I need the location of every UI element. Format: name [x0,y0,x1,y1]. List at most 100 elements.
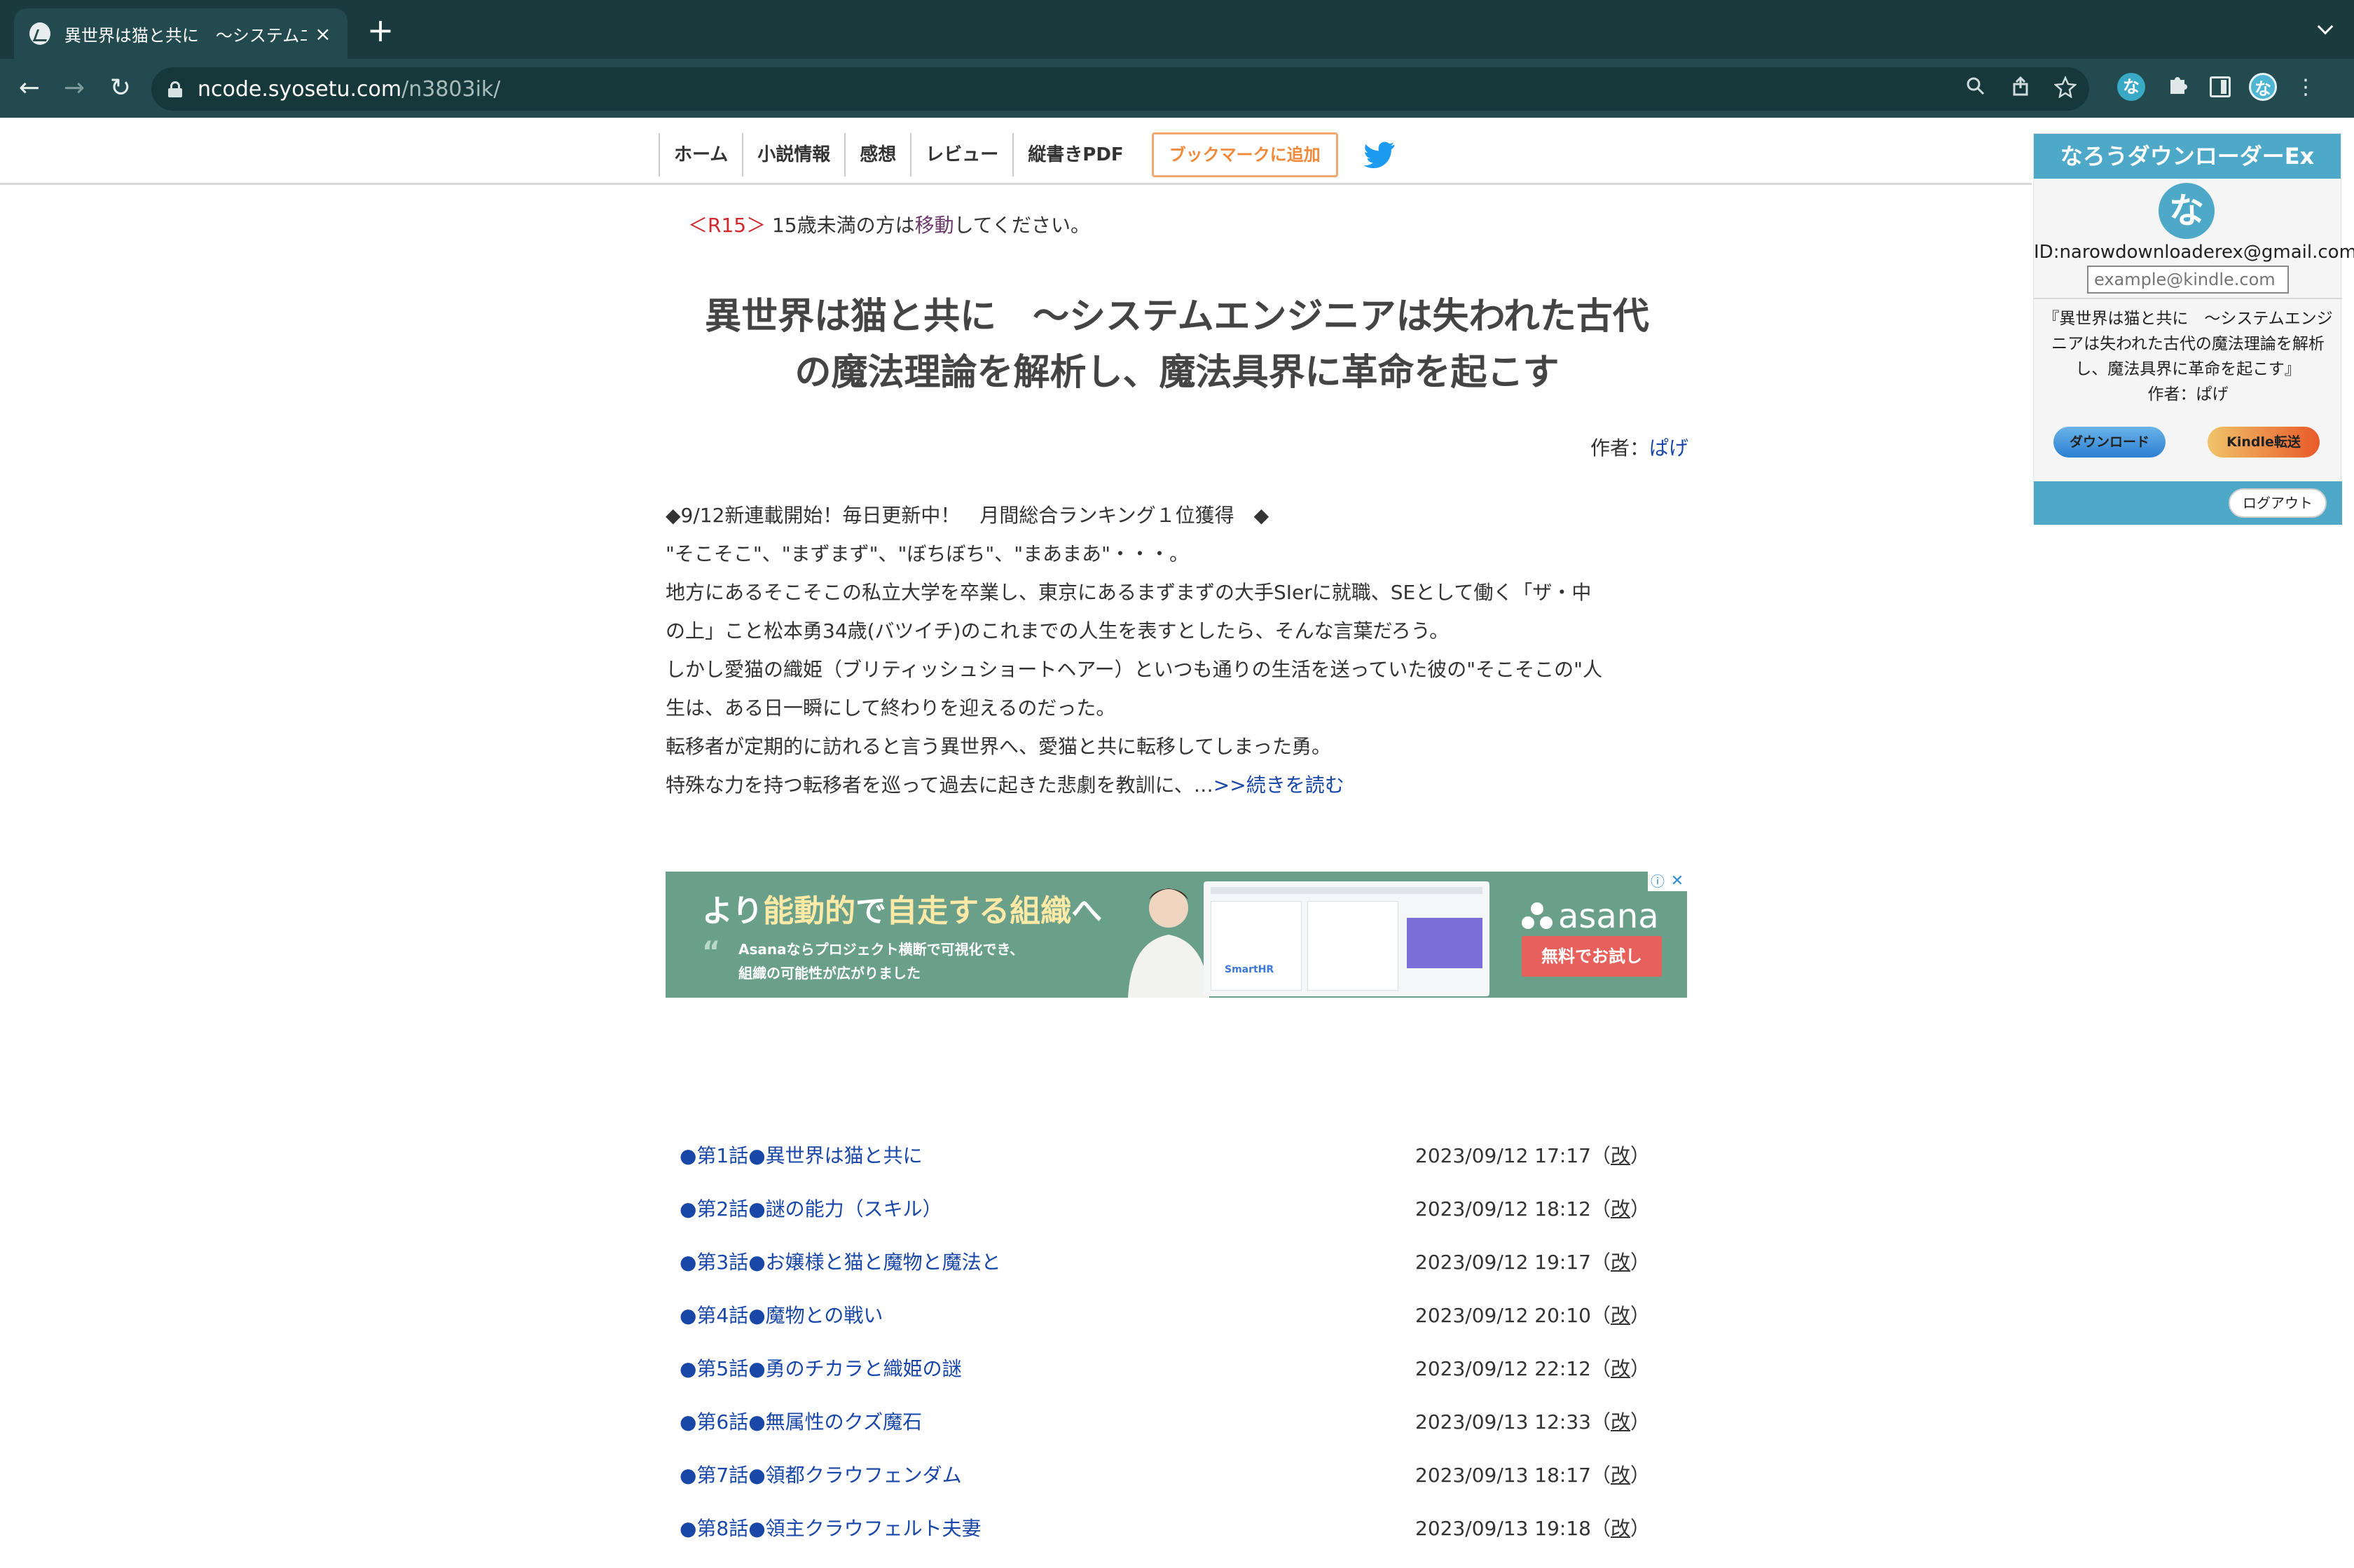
narou-downloader-panel: なろうダウンローダーEx な ID:narowdownloaderex@gmai… [2033,133,2354,525]
chapter-date: 2023/09/13 19:18（改） [1415,1517,1651,1540]
chapter-link[interactable]: ●第1話●異世界は猫と共に [680,1142,923,1170]
revision-link[interactable]: 改 [1611,1410,1630,1433]
twitter-icon[interactable] [1363,141,1396,169]
chapter-list: ●第1話●異世界は猫と共に 2023/09/12 17:17（改） ●第2話●謎… [666,1142,1687,1568]
nav-vertical-pdf[interactable]: 縦書きPDF [1012,133,1137,177]
asana-logo: asana [1522,897,1659,936]
extension-book-author: 作者：ぱげ [2147,385,2229,404]
chapter-date-text: 2023/09/13 12:33 [1415,1410,1591,1433]
reload-button[interactable]: ↻ [104,71,137,105]
chapter-row: ●第8話●領主クラウフェルト夫妻 2023/09/13 19:18（改） [666,1515,1687,1568]
extension-header: なろうダウンローダーEx [2034,134,2341,179]
bookmark-star-icon[interactable] [2051,75,2079,104]
chapter-date: 2023/09/12 22:12（改） [1415,1357,1651,1380]
tab-search-chevron-icon[interactable] [2316,18,2334,39]
asana-brand-text: asana [1558,897,1659,936]
nav-home[interactable]: ホーム [659,133,742,177]
revision-link[interactable]: 改 [1611,1304,1630,1327]
chapter-date: 2023/09/12 17:17（改） [1415,1144,1651,1167]
narou-extension-icon[interactable]: な [2117,73,2145,101]
extension-account-id: ID:narowdownloaderex@gmail.com [2034,242,2354,263]
nav-impressions[interactable]: 感想 [844,133,910,177]
author-label: 作者： [1590,436,1649,460]
download-button[interactable]: ダウンロード [2053,427,2166,458]
logout-button[interactable]: ログアウト [2229,488,2327,518]
extensions-puzzle-icon[interactable] [2163,73,2191,101]
extension-book-title: 『異世界は猫と共に 〜システムエンジニアは失われた古代の魔法理論を解析し、魔法具… [2043,310,2333,378]
divider [2034,298,2342,299]
chapter-date-text: 2023/09/12 22:12 [1415,1357,1591,1380]
browser-tab-bar: 異世界は猫と共に 〜システムエンジニア × + [0,0,2354,59]
novel-title-line2: の魔法理論を解析し、魔法具界に革命を起こす [794,352,1560,394]
chapter-link[interactable]: ●第8話●領主クラウフェルト夫妻 [680,1515,982,1543]
ad-headline-post: へ [1071,893,1103,929]
chapter-date-text: 2023/09/12 19:17 [1415,1251,1591,1274]
notice-text-before: 15歳未満の方は [766,214,915,237]
chapter-date-text: 2023/09/12 20:10 [1415,1304,1591,1327]
share-icon[interactable] [2007,76,2035,104]
advertisement-banner[interactable]: より能動的で自走する組織へ “ Asanaならプロジェクト横断で可視化でき、 組… [666,872,1687,998]
chapter-date: 2023/09/12 18:12（改） [1415,1197,1651,1220]
ad-cta-button[interactable]: 無料でお試し [1522,936,1662,977]
zoom-search-icon[interactable] [1962,76,1990,104]
tab-close-icon[interactable]: × [314,22,332,46]
ad-product-screenshot: SmartHR [1204,881,1489,996]
synopsis-line: "そこそこ"、"まずまず"、"ぼちぼち"、"まあまあ"・・・。 [666,542,1190,565]
chapter-date: 2023/09/13 12:33（改） [1415,1410,1651,1433]
synopsis-line: の上」こと松本勇34歳(バツイチ)のこれまでの人生を表すとしたら、そんな言葉だろ… [666,619,1450,642]
revision-link[interactable]: 改 [1611,1251,1630,1274]
nav-review[interactable]: レビュー [910,133,1012,177]
synopsis-line: 地方にあるそこそこの私立大学を卒業し、東京にあるまずまずの大手SIerに就職、S… [666,581,1592,604]
chapter-row: ●第2話●謎の能力（スキル） 2023/09/12 18:12（改） [666,1195,1687,1249]
address-bar[interactable]: ncode.syosetu.com /n3803ik/ [151,67,2089,111]
revision-link[interactable]: 改 [1611,1517,1630,1540]
add-bookmark-button[interactable]: ブックマークに追加 [1151,132,1338,177]
synopsis-line: ◆9/12新連載開始！毎日更新中！ 月間総合ランキング１位獲得 ◆ [666,504,1269,527]
chapter-link[interactable]: ●第4話●魔物との戦い [680,1302,883,1330]
kindle-transfer-button[interactable]: Kindle転送 [2208,427,2320,458]
chapter-date-text: 2023/09/13 19:18 [1415,1517,1591,1540]
chapter-date: 2023/09/12 20:10（改） [1415,1304,1651,1327]
chapter-date: 2023/09/13 18:17（改） [1415,1464,1651,1487]
extension-footer: ログアウト [2034,481,2342,525]
revision-link[interactable]: 改 [1611,1197,1630,1220]
chapter-link[interactable]: ●第2話●謎の能力（スキル） [680,1195,942,1223]
url-path: /n3803ik/ [401,76,501,102]
synopsis-line-last: 特殊な力を持つ転移者を巡って過去に起きた悲劇を教訓に、…>>続きを読む [666,766,1688,804]
notice-move-link[interactable]: 移動 [915,214,954,237]
revision-link[interactable]: 改 [1611,1357,1630,1380]
revision-link[interactable]: 改 [1611,1144,1630,1167]
forward-button[interactable]: → [57,71,91,105]
ad-headline-pre: より [702,893,764,929]
revision-link[interactable]: 改 [1611,1464,1630,1487]
back-button[interactable]: ← [13,71,46,105]
chapter-link[interactable]: ●第7話●領都クラウフェンダム [680,1462,962,1490]
chapter-date-text: 2023/09/12 18:12 [1415,1197,1591,1220]
profile-avatar-icon[interactable]: な [2249,73,2277,101]
synopsis-line: しかし愛猫の織姫（ブリティッシュショートヘアー）といつも通りの生活を送っていた彼… [666,658,1603,681]
lock-icon[interactable] [168,81,182,97]
r15-notice: ＜R15＞ 15歳未満の方は移動してください。 [688,210,1090,238]
side-panel-icon[interactable] [2210,76,2231,97]
browser-tab[interactable]: 異世界は猫と共に 〜システムエンジニア × [14,8,347,59]
chapter-date: 2023/09/12 19:17（改） [1415,1251,1651,1274]
kindle-email-input[interactable] [2087,266,2289,294]
chapter-row: ●第6話●無属性のクズ魔石 2023/09/13 12:33（改） [666,1408,1687,1462]
chapter-link[interactable]: ●第3話●お嬢様と猫と魔物と魔法と [680,1249,1001,1277]
nav-novel-info[interactable]: 小説情報 [742,133,844,177]
page-content: ホーム 小説情報 感想 レビュー 縦書きPDF ブックマークに追加 ＜R15＞ … [0,118,2354,1540]
new-tab-button[interactable]: + [364,14,397,48]
ad-info-icon[interactable]: ⓘ [1648,872,1667,891]
notice-text-after: してください。 [954,214,1090,237]
synopsis: ◆9/12新連載開始！毎日更新中！ 月間総合ランキング１位獲得 ◆ "そこそこ"… [666,496,1688,804]
ad-headline-highlight: 自走する組織 [886,893,1072,929]
chapter-row: ●第1話●異世界は猫と共に 2023/09/12 17:17（改） [666,1142,1687,1195]
browser-toolbar: ← → ↻ ncode.syosetu.com /n3803ik/ な な ⋮ [0,59,2354,118]
ad-close-icon[interactable]: ✕ [1667,872,1687,891]
ad-body-line: 組織の可能性が広がりました [738,965,921,982]
chapter-link[interactable]: ●第6話●無属性のクズ魔石 [680,1408,922,1436]
read-more-link[interactable]: >>続きを読む [1213,773,1344,797]
more-menu-icon[interactable]: ⋮ [2295,75,2316,99]
chapter-link[interactable]: ●第5話●勇のチカラと織姫の謎 [680,1355,962,1383]
author-link[interactable]: ぱげ [1649,436,1688,460]
